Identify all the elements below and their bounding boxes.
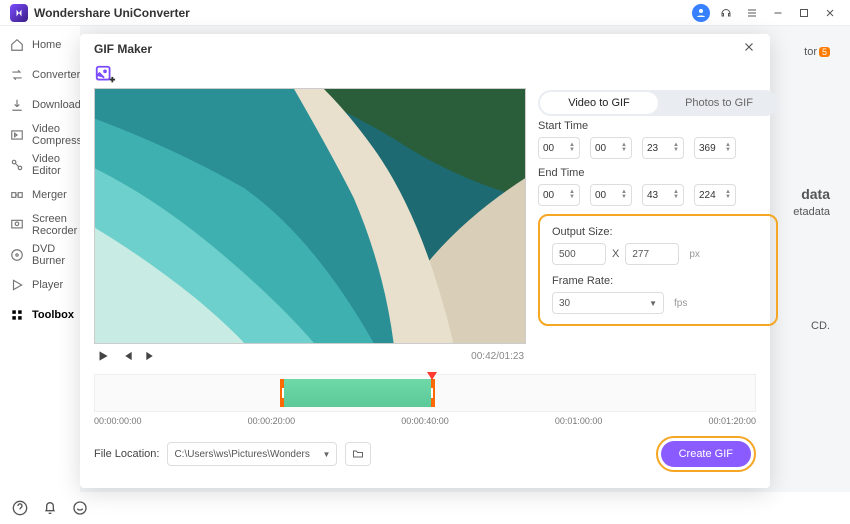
start-hour-stepper[interactable]: 00▲▼ — [538, 137, 580, 159]
sidebar-item-home[interactable]: Home — [0, 30, 80, 60]
start-sec-stepper[interactable]: 23▲▼ — [642, 137, 684, 159]
chevron-down-icon: ▼ — [323, 450, 331, 459]
maximize-icon[interactable] — [794, 3, 814, 23]
px-unit: px — [689, 249, 700, 260]
app-title: Wondershare UniConverter — [34, 6, 190, 20]
start-time-label: Start Time — [538, 120, 778, 132]
output-height-input[interactable]: 277 — [625, 243, 679, 265]
playhead-icon[interactable] — [427, 369, 437, 379]
open-folder-button[interactable] — [345, 442, 371, 466]
sidebar-item-recorder[interactable]: Screen Recorder — [0, 210, 80, 240]
badge: 5 — [819, 47, 830, 57]
gif-maker-modal: GIF Maker — [80, 34, 770, 488]
sidebar-label: Player — [32, 279, 63, 291]
end-time-label: End Time — [538, 167, 778, 179]
sidebar-item-merger[interactable]: Merger — [0, 180, 80, 210]
sidebar-label: Screen Recorder — [32, 213, 77, 237]
sidebar-label: Converter — [32, 69, 80, 81]
bell-icon[interactable] — [42, 500, 58, 516]
statusbar — [0, 492, 850, 524]
sidebar-item-player[interactable]: Player — [0, 270, 80, 300]
app-logo — [10, 4, 28, 22]
create-gif-highlight: Create GIF — [656, 436, 756, 472]
bg-text: tor — [804, 46, 817, 58]
output-size-label: Output Size: — [552, 226, 764, 238]
start-ms-stepper[interactable]: 369▲▼ — [694, 137, 736, 159]
file-location-label: File Location: — [94, 448, 159, 460]
modal-title: GIF Maker — [94, 42, 152, 56]
tab-video-to-gif[interactable]: Video to GIF — [540, 92, 658, 114]
close-window-icon[interactable] — [820, 3, 840, 23]
end-min-stepper[interactable]: 00▲▼ — [590, 184, 632, 206]
sidebar-item-converter[interactable]: Converter — [0, 60, 80, 90]
bg-text: CD. — [811, 320, 830, 332]
output-settings-box: Output Size: 500 X 277 px Frame Rate: 30… — [538, 214, 778, 326]
tick-label: 00:00:00:00 — [94, 416, 142, 426]
sidebar-label: Toolbox — [32, 309, 74, 321]
file-location-select[interactable]: C:\Users\ws\Pictures\Wonders ▼ — [167, 442, 337, 466]
mode-tabs: Video to GIF Photos to GIF — [538, 90, 778, 116]
end-hour-stepper[interactable]: 00▲▼ — [538, 184, 580, 206]
help-icon[interactable] — [12, 500, 28, 516]
video-preview[interactable] — [94, 88, 526, 344]
add-media-icon[interactable] — [94, 64, 116, 86]
timeline-selection[interactable] — [280, 379, 435, 407]
prev-frame-icon[interactable] — [120, 349, 134, 363]
end-ms-stepper[interactable]: 224▲▼ — [694, 184, 736, 206]
timeline: 00:00:00:00 00:00:20:00 00:00:40:00 00:0… — [94, 374, 756, 426]
close-icon[interactable] — [742, 40, 756, 59]
player-controls: 00:42/01:23 — [94, 344, 526, 368]
tick-label: 00:00:20:00 — [248, 416, 296, 426]
start-min-stepper[interactable]: 00▲▼ — [590, 137, 632, 159]
timeline-track[interactable] — [94, 374, 756, 412]
tick-label: 00:01:20:00 — [708, 416, 756, 426]
sidebar-label: Home — [32, 39, 61, 51]
sidebar-label: Video Editor — [32, 153, 70, 177]
frame-rate-select[interactable]: 30▼ — [552, 292, 664, 314]
player-time: 00:42/01:23 — [471, 351, 524, 362]
sidebar-item-dvd[interactable]: DVD Burner — [0, 240, 80, 270]
sidebar-item-compressor[interactable]: Video Compressor — [0, 120, 80, 150]
sidebar-item-toolbox[interactable]: Toolbox — [0, 300, 80, 330]
x-separator: X — [612, 248, 619, 260]
end-sec-stepper[interactable]: 43▲▼ — [642, 184, 684, 206]
feedback-icon[interactable] — [72, 500, 88, 516]
output-width-input[interactable]: 500 — [552, 243, 606, 265]
fps-unit: fps — [674, 298, 687, 309]
bg-text: data — [801, 186, 830, 202]
sidebar-item-editor[interactable]: Video Editor — [0, 150, 80, 180]
bg-text: etadata — [793, 206, 830, 218]
tab-photos-to-gif[interactable]: Photos to GIF — [660, 90, 778, 116]
sidebar-item-downloader[interactable]: Downloader — [0, 90, 80, 120]
sidebar-label: Merger — [32, 189, 67, 201]
sidebar: Home Converter Downloader Video Compress… — [0, 26, 80, 492]
create-gif-button[interactable]: Create GIF — [661, 441, 751, 467]
minimize-icon[interactable] — [768, 3, 788, 23]
headset-icon[interactable] — [716, 3, 736, 23]
tick-label: 00:01:00:00 — [555, 416, 603, 426]
account-icon[interactable] — [692, 4, 710, 22]
next-frame-icon[interactable] — [144, 349, 158, 363]
sidebar-label: DVD Burner — [32, 243, 70, 267]
frame-rate-label: Frame Rate: — [552, 275, 764, 287]
play-icon[interactable] — [96, 349, 110, 363]
tick-label: 00:00:40:00 — [401, 416, 449, 426]
menu-icon[interactable] — [742, 3, 762, 23]
chevron-down-icon: ▼ — [649, 299, 657, 308]
titlebar: Wondershare UniConverter — [0, 0, 850, 26]
